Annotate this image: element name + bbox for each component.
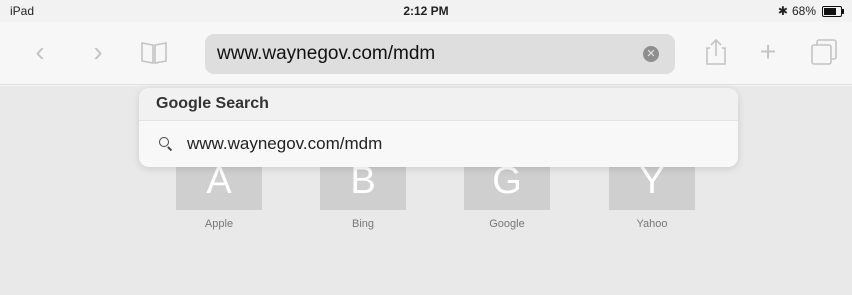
bookmarks-icon[interactable] <box>138 36 170 68</box>
battery-icon <box>822 5 844 17</box>
browser-toolbar: ‹ › www.waynegov.com/mdm ✕ + <box>0 22 852 85</box>
suggestion-text[interactable]: www.waynegov.com/mdm <box>187 134 382 154</box>
search-suggestion-row[interactable]: www.waynegov.com/mdm <box>139 121 738 167</box>
suggestion-section-header: Google Search <box>139 88 738 121</box>
favorite-label: Apple <box>204 218 234 230</box>
forward-icon[interactable]: › <box>82 36 114 68</box>
clear-icon[interactable]: ✕ <box>643 46 659 62</box>
share-icon[interactable] <box>700 36 732 68</box>
tabs-icon[interactable] <box>808 36 840 68</box>
search-suggestions-dropdown: Google Search www.waynegov.com/mdm <box>139 88 738 167</box>
plus-icon[interactable]: + <box>752 36 784 68</box>
address-text[interactable]: www.waynegov.com/mdm <box>217 43 435 65</box>
bluetooth-icon: ✱ <box>777 4 788 18</box>
status-right: ✱ 68% <box>777 4 844 18</box>
favorite-label: Bing <box>351 218 375 230</box>
status-time: 2:12 PM <box>403 4 449 18</box>
address-bar[interactable]: www.waynegov.com/mdm ✕ <box>205 34 675 74</box>
back-icon[interactable]: ‹ <box>24 36 56 68</box>
battery-percent: 68% <box>791 4 816 18</box>
favorite-label: Google <box>489 218 525 230</box>
status-bar: iPad 2:12 PM ✱ 68% <box>0 0 852 22</box>
favorite-label: Yahoo <box>636 218 668 230</box>
search-icon <box>159 137 173 151</box>
